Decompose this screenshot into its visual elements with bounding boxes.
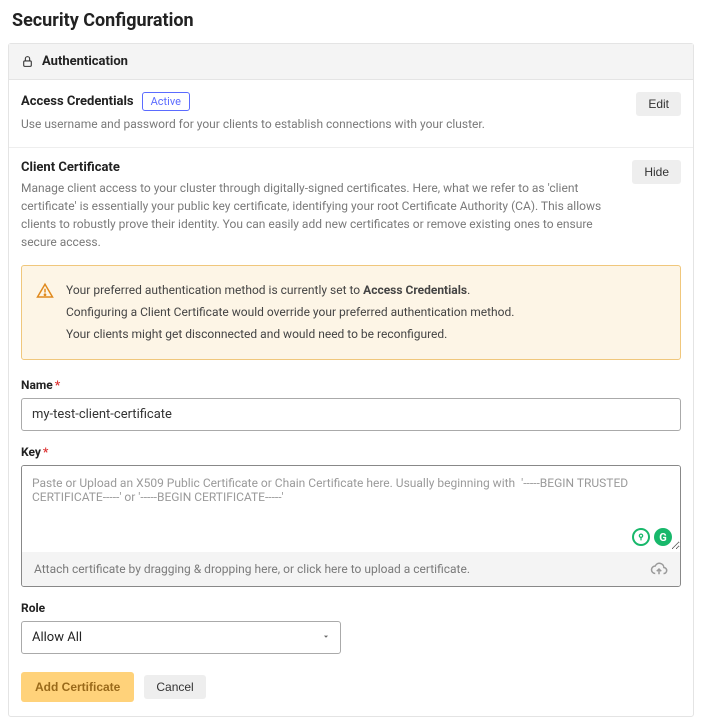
upload-bar[interactable]: Attach certificate by dragging & droppin… <box>22 552 680 586</box>
role-label: Role <box>21 601 681 615</box>
panel-header: Authentication <box>9 44 693 80</box>
panel-header-label: Authentication <box>42 54 128 69</box>
warning-icon <box>36 282 54 345</box>
cancel-button[interactable]: Cancel <box>144 675 205 699</box>
required-star: * <box>43 445 48 459</box>
name-group: Name* <box>21 378 681 431</box>
access-title: Access Credentials <box>21 94 134 109</box>
role-group: Role Allow All <box>21 601 681 654</box>
cloud-upload-icon <box>650 560 668 578</box>
auth-panel: Authentication Access Credentials Active… <box>8 43 694 717</box>
alert-line2: Configuring a Client Certificate would o… <box>66 302 514 324</box>
lock-icon <box>21 55 34 68</box>
upload-hint: Attach certificate by dragging & droppin… <box>34 562 470 576</box>
access-credentials-section: Access Credentials Active Use username a… <box>9 80 693 148</box>
cert-actions: Add Certificate Cancel <box>21 672 681 702</box>
cert-title: Client Certificate <box>21 160 120 175</box>
page-title: Security Configuration <box>12 10 694 31</box>
name-input[interactable] <box>21 398 681 431</box>
alert-line1-suffix: . <box>467 283 470 297</box>
override-alert: Your preferred authentication method is … <box>21 265 681 360</box>
edit-button[interactable]: Edit <box>636 92 681 116</box>
alert-line1-prefix: Your preferred authentication method is … <box>66 283 363 297</box>
client-certificate-section: Client Certificate Manage client access … <box>9 148 693 716</box>
alert-line3: Your clients might get disconnected and … <box>66 324 514 346</box>
cert-desc: Manage client access to your cluster thr… <box>21 179 622 251</box>
alert-line1-strong: Access Credentials <box>363 283 467 297</box>
add-certificate-button[interactable]: Add Certificate <box>21 672 134 702</box>
key-group: Key* G Attach certificate by dragging & … <box>21 445 681 587</box>
hide-button[interactable]: Hide <box>632 160 681 184</box>
key-textarea[interactable] <box>22 466 680 550</box>
active-badge: Active <box>142 92 190 111</box>
access-desc: Use username and password for your clien… <box>21 115 626 133</box>
key-textarea-wrap: G Attach certificate by dragging & dropp… <box>21 465 681 587</box>
role-value: Allow All <box>32 630 82 645</box>
required-star: * <box>55 378 60 392</box>
alert-body: Your preferred authentication method is … <box>66 280 514 345</box>
key-label: Key* <box>21 445 681 459</box>
name-label: Name* <box>21 378 681 392</box>
role-select[interactable]: Allow All <box>21 621 341 654</box>
